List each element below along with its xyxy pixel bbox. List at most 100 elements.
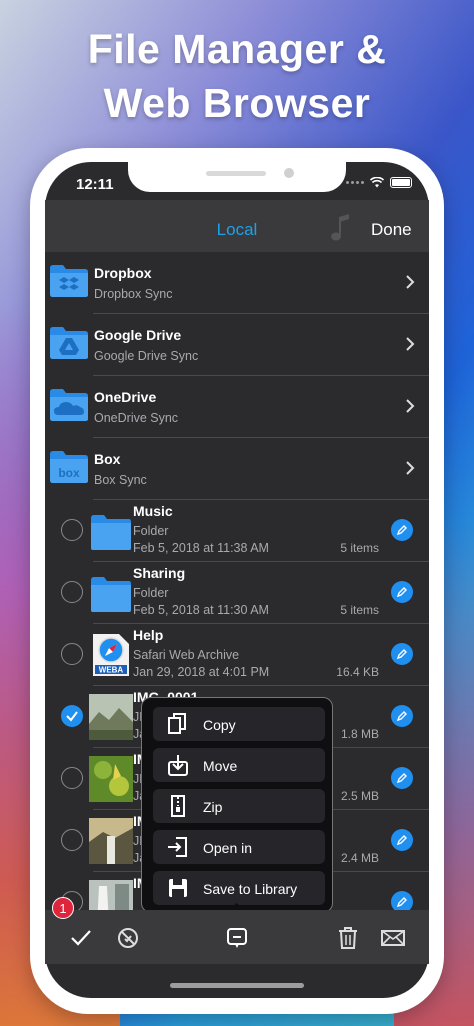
cloud-subtitle: OneDrive Sync [94, 411, 179, 425]
file-size: 5 items [340, 603, 379, 617]
photo-thumbnail [89, 880, 133, 912]
onedrive-icon [50, 389, 88, 421]
edit-button[interactable] [391, 891, 413, 912]
zip-icon [171, 795, 185, 817]
edit-button[interactable] [391, 519, 413, 541]
folder-icon [91, 577, 131, 612]
music-note-icon[interactable] [330, 214, 354, 242]
select-radio[interactable] [61, 829, 83, 851]
checkmark-icon [66, 711, 78, 722]
chevron-right-icon [406, 275, 415, 289]
file-row-sharing[interactable]: Sharing Folder Feb 5, 2018 at 11:30 AM 5… [45, 562, 429, 624]
file-type: Safari Web Archive [133, 648, 240, 662]
select-radio[interactable] [61, 767, 83, 789]
wifi-icon [370, 177, 384, 188]
deselect-icon[interactable] [116, 926, 140, 950]
front-camera [284, 168, 294, 178]
menu-label: Open in [203, 840, 253, 856]
home-indicator [170, 983, 304, 988]
menu-item-copy[interactable]: Copy [153, 707, 325, 741]
edit-button[interactable] [391, 829, 413, 851]
select-radio[interactable] [61, 581, 83, 603]
google-drive-icon [50, 327, 88, 359]
status-indicators [346, 177, 412, 188]
bottom-toolbar [45, 910, 429, 964]
safari-archive-icon: WEBA [93, 634, 129, 676]
file-date: Feb 5, 2018 at 11:30 AM [133, 603, 269, 617]
file-name: Sharing [133, 565, 186, 581]
file-name: Music [133, 503, 173, 519]
menu-label: Copy [203, 717, 236, 733]
file-name: Help [133, 627, 164, 643]
context-menu: Copy Move Zip Open in Save to Library [141, 697, 333, 913]
file-date: Jan 29, 2018 at 4:01 PM [133, 665, 270, 679]
file-size: 2.5 MB [340, 789, 379, 803]
done-button[interactable]: Done [371, 220, 412, 240]
file-size: 1.8 MB [340, 727, 379, 741]
checkmark-icon[interactable] [69, 926, 93, 950]
copy-icon [168, 713, 186, 734]
pencil-icon [396, 897, 407, 908]
chevron-right-icon [406, 461, 415, 475]
edit-button[interactable] [391, 705, 413, 727]
speaker-grille [206, 171, 266, 176]
selected-checkmark[interactable] [61, 705, 83, 727]
photo-thumbnail [89, 694, 133, 740]
file-date: Feb 5, 2018 at 11:38 AM [133, 541, 269, 555]
open-in-icon [168, 837, 187, 857]
file-type: Folder [133, 524, 169, 538]
file-type: Folder [133, 586, 169, 600]
select-radio[interactable] [61, 643, 83, 665]
cloud-name: Box [94, 451, 121, 467]
pencil-icon [396, 773, 407, 784]
pencil-icon [396, 649, 407, 660]
cloud-name: Dropbox [94, 265, 152, 281]
cloud-name: Google Drive [94, 327, 182, 343]
cloud-row-google-drive[interactable]: Google Drive Google Drive Sync [45, 314, 429, 376]
save-icon [169, 879, 187, 897]
navigation-bar: Local Done [45, 200, 429, 252]
cloud-row-onedrive[interactable]: OneDrive OneDrive Sync [45, 376, 429, 438]
menu-label: Move [203, 758, 238, 774]
file-size: 5 items [340, 541, 379, 555]
folder-icon [91, 515, 131, 550]
pencil-icon [396, 525, 407, 536]
file-size: 16.4 KB [336, 665, 379, 679]
photo-thumbnail [89, 818, 133, 864]
menu-label: Save to Library [203, 881, 298, 897]
selection-count-badge: 1 [52, 897, 74, 919]
cloud-name: OneDrive [94, 389, 157, 405]
chevron-right-icon [406, 337, 415, 351]
move-icon [168, 755, 188, 776]
file-row-help[interactable]: WEBA Help Safari Web Archive Jan 29, 201… [45, 624, 429, 686]
status-time: 12:11 [76, 176, 114, 193]
cloud-subtitle: Box Sync [94, 473, 147, 487]
svg-text:box: box [58, 466, 80, 480]
menu-label: Zip [203, 799, 223, 815]
select-radio[interactable] [61, 519, 83, 541]
cloud-row-box[interactable]: box Box Box Sync [45, 438, 429, 500]
phone-notch [128, 162, 346, 192]
mail-icon[interactable] [381, 926, 405, 950]
pencil-icon [396, 711, 407, 722]
cloud-subtitle: Dropbox Sync [94, 287, 173, 301]
promo-headline-line1: File Manager & [87, 26, 387, 72]
edit-button[interactable] [391, 767, 413, 789]
edit-button[interactable] [391, 643, 413, 665]
edit-button[interactable] [391, 581, 413, 603]
dropbox-icon [50, 265, 88, 297]
cloud-row-dropbox[interactable]: Dropbox Dropbox Sync [45, 252, 429, 314]
box-icon: box [50, 451, 88, 483]
menu-item-move[interactable]: Move [153, 748, 325, 782]
thumb-label: WEBA [99, 666, 124, 675]
more-actions-icon[interactable] [225, 926, 249, 950]
pencil-icon [396, 835, 407, 846]
file-row-music[interactable]: Music Folder Feb 5, 2018 at 11:38 AM 5 i… [45, 500, 429, 562]
promo-headline-line2: Web Browser [103, 80, 371, 126]
menu-item-save-to-library[interactable]: Save to Library [153, 871, 325, 905]
signal-icon [346, 181, 364, 184]
battery-icon [390, 177, 412, 188]
menu-item-open-in[interactable]: Open in [153, 830, 325, 864]
trash-icon[interactable] [336, 926, 360, 950]
menu-item-zip[interactable]: Zip [153, 789, 325, 823]
